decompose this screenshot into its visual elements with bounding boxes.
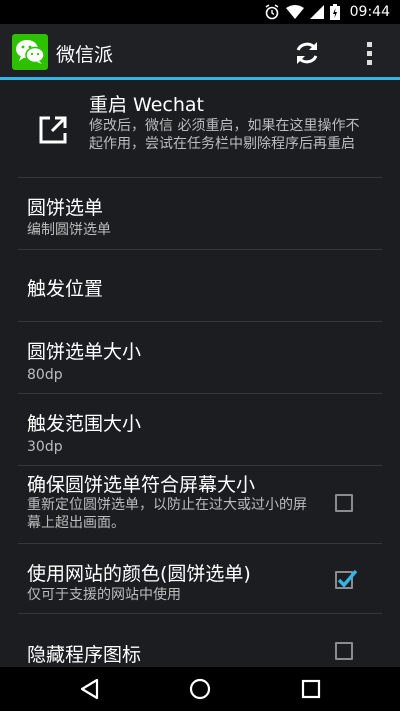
settings-list: 重启 Wechat 修改后，微信 必须重启，如果在这里操作不起作用，尝试在任务栏…	[0, 83, 400, 667]
pie-menu-title: 圆饼选单	[27, 197, 104, 219]
pie-size-item[interactable]: 圆饼选单大小 80dp	[0, 322, 400, 394]
checkmark-icon	[337, 569, 358, 588]
pie-size-title: 圆饼选单大小	[27, 341, 142, 363]
site-color-summary: 仅可于支援的网站中使用	[27, 587, 181, 603]
clock: 09:44	[349, 4, 390, 20]
overflow-menu-icon[interactable]	[356, 36, 382, 70]
open-external-icon	[38, 115, 68, 149]
navigation-bar	[0, 667, 400, 711]
wifi-icon	[285, 5, 304, 19]
fit-screen-item[interactable]: 确保圆饼选单符合屏幕大小 重新定位圆饼选单，以防止在过大或过小的屏幕上超出画面。	[0, 466, 400, 544]
app-title: 微信派	[56, 44, 114, 66]
hide-icon-title: 隐藏程序图标	[27, 644, 142, 666]
home-icon[interactable]	[187, 676, 213, 702]
wechat-logo-icon[interactable]	[12, 34, 48, 70]
back-icon[interactable]	[77, 676, 103, 702]
site-color-title: 使用网站的颜色(圆饼选单)	[27, 563, 251, 585]
trigger-range-value: 30dp	[27, 439, 63, 455]
action-bar: 微信派	[0, 24, 400, 80]
trigger-position-item[interactable]: 触发位置	[0, 250, 400, 322]
battery-icon	[329, 4, 340, 20]
pie-menu-summary: 编制圆饼选单	[27, 222, 111, 238]
site-color-checkbox[interactable]	[335, 569, 358, 589]
signal-icon	[309, 5, 324, 19]
restart-title: 重启 Wechat	[89, 94, 204, 116]
fit-screen-title: 确保圆饼选单符合屏幕大小	[27, 474, 256, 496]
trigger-position-title: 触发位置	[27, 278, 104, 300]
trigger-range-title: 触发范围大小	[27, 413, 142, 435]
hide-icon-item[interactable]: 隐藏程序图标	[0, 614, 400, 667]
fit-screen-checkbox[interactable]	[335, 494, 353, 512]
status-bar: 09:44	[0, 0, 400, 24]
alarm-icon	[264, 4, 280, 20]
site-color-item[interactable]: 使用网站的颜色(圆饼选单) 仅可于支援的网站中使用	[0, 544, 400, 614]
fit-screen-summary: 重新定位圆饼选单，以防止在过大或过小的屏幕上超出画面。	[27, 497, 307, 531]
restart-wechat-item[interactable]: 重启 Wechat 修改后，微信 必须重启，如果在这里操作不起作用，尝试在任务栏…	[0, 83, 400, 178]
refresh-icon[interactable]	[290, 36, 324, 70]
pie-size-value: 80dp	[27, 367, 63, 383]
recents-icon[interactable]	[298, 676, 324, 702]
restart-summary: 修改后，微信 必须重启，如果在这里操作不起作用，尝试在任务栏中剔除程序后再重启	[89, 118, 360, 152]
trigger-range-item[interactable]: 触发范围大小 30dp	[0, 394, 400, 466]
pie-menu-item[interactable]: 圆饼选单 编制圆饼选单	[0, 178, 400, 250]
hide-icon-checkbox[interactable]	[335, 642, 353, 660]
